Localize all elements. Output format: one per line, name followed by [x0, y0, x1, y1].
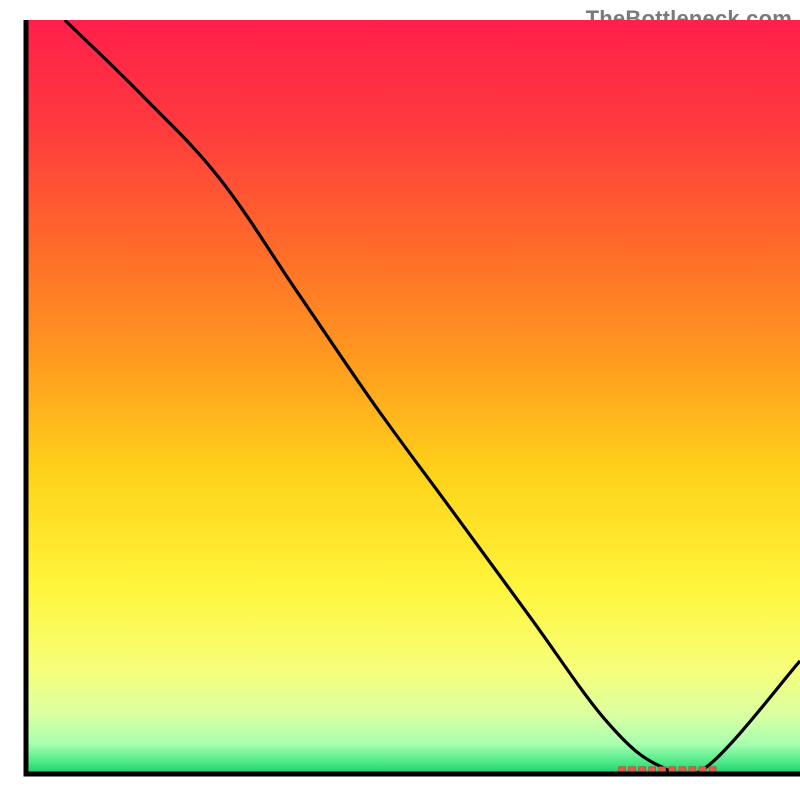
gradient-background — [26, 20, 800, 774]
chart-canvas — [0, 0, 800, 800]
chart-stage: TheBottleneck.com — [0, 0, 800, 800]
